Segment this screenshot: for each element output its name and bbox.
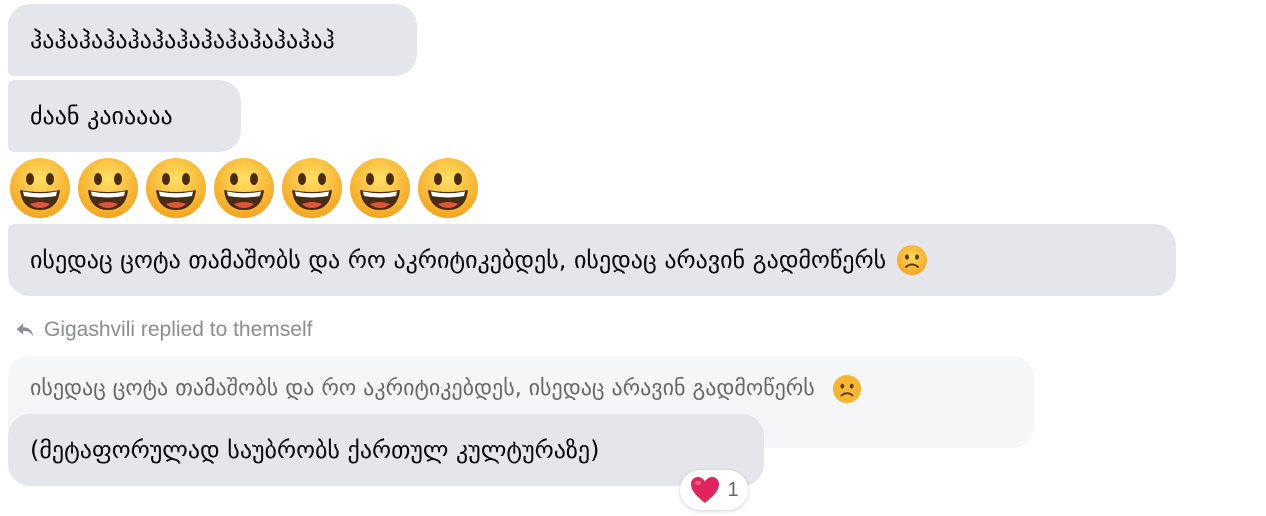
grinning-face-icon [10, 158, 70, 218]
quoted-message-text: ისედაც ცოტა თამაშობს და რო აკრიტიკებდეს,… [30, 376, 815, 401]
message-text: ძაან კაიაააა [30, 102, 173, 130]
grinning-face-icon [146, 158, 206, 218]
message-text: ისედაც ცოტა თამაშობს და რო აკრიტიკებდეს,… [30, 246, 887, 274]
frowning-face-icon [832, 374, 861, 404]
message-bubble[interactable]: ძაან კაიაააა [8, 80, 241, 152]
grinning-face-icon [282, 158, 342, 218]
reply-indicator: Gigashvili replied to themself [14, 314, 312, 346]
grinning-face-icon [78, 158, 138, 218]
reaction-badge[interactable]: 1 [680, 470, 748, 510]
grinning-face-icon [214, 158, 274, 218]
message-text: ჰაჰაჰაჰაჰაჰაჰაჰაჰაჰაჰაჰაჰ [30, 26, 335, 54]
frowning-face-icon [897, 245, 928, 275]
emoji-message[interactable] [8, 156, 480, 220]
reply-arrow-icon [16, 323, 34, 337]
reaction-count: 1 [727, 478, 739, 501]
message-thread: ჰაჰაჰაჰაჰაჰაჰაჰაჰაჰაჰაჰაჰ ძაან კაიაააა ი… [0, 0, 1266, 516]
reply-message-bubble[interactable]: (მეტაფორულად საუბრობს ქართულ კულტურაზე) [8, 414, 764, 486]
grinning-face-icon [350, 158, 410, 218]
message-bubble[interactable]: ისედაც ცოტა თამაშობს და რო აკრიტიკებდეს,… [8, 224, 1176, 296]
message-text: (მეტაფორულად საუბრობს ქართულ კულტურაზე) [30, 436, 600, 464]
reply-header-text: Gigashvili replied to themself [44, 318, 313, 341]
heart-icon [691, 477, 720, 503]
message-bubble[interactable]: ჰაჰაჰაჰაჰაჰაჰაჰაჰაჰაჰაჰაჰ [8, 4, 417, 76]
grinning-face-icon [418, 158, 478, 218]
